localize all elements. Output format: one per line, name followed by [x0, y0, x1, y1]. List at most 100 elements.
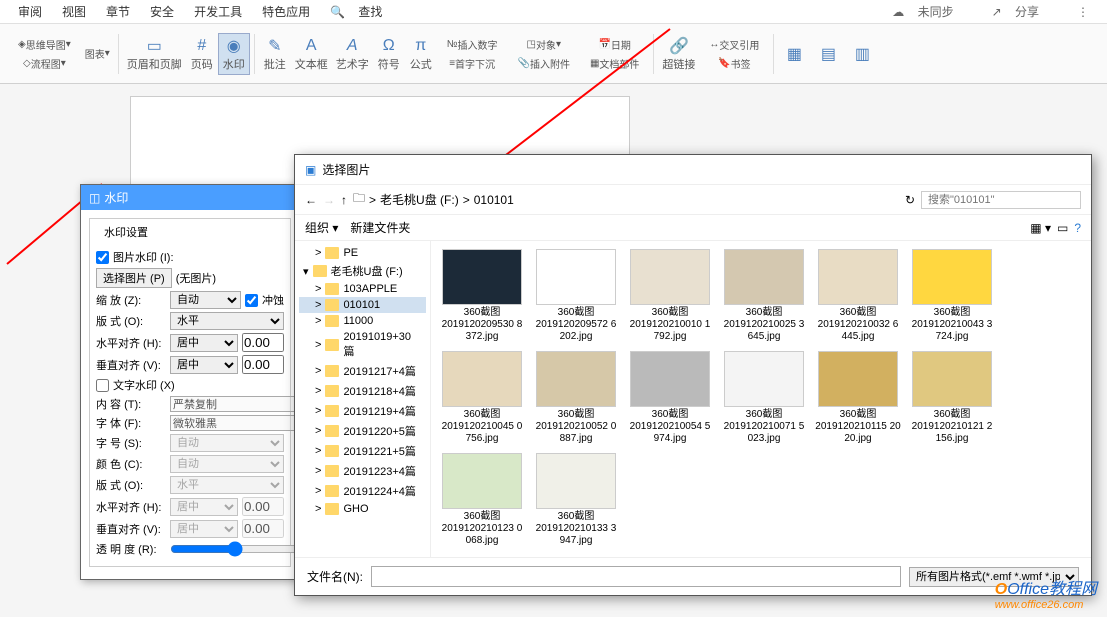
- charts-button[interactable]: 图表 ▾: [81, 44, 114, 63]
- text-watermark-checkbox[interactable]: [96, 379, 109, 392]
- valign2-select: 居中: [170, 520, 238, 538]
- filename-label: 文件名(N):: [307, 568, 363, 585]
- file-item[interactable]: 360截图2019120209530 8372.jpg: [439, 249, 525, 343]
- preview-pane-icon[interactable]: ▭: [1057, 221, 1068, 235]
- img-watermark-label: 图片水印 (I):: [113, 249, 183, 265]
- tree-item[interactable]: > 20191217+4篇: [299, 361, 426, 381]
- new-folder-button[interactable]: 新建文件夹: [350, 219, 410, 236]
- comment-button[interactable]: ✎批注: [259, 34, 291, 74]
- more-icon[interactable]: ⋮: [1077, 5, 1089, 19]
- grid-view-icon[interactable]: ▦: [778, 42, 810, 66]
- nav-fwd-icon[interactable]: →: [323, 193, 335, 207]
- file-item[interactable]: 360截图2019120210045 0756.jpg: [439, 351, 525, 445]
- select-image-button[interactable]: 选择图片 (P): [96, 268, 172, 288]
- tree-item[interactable]: > 20191224+4篇: [299, 481, 426, 501]
- menu-devtools[interactable]: 开发工具: [194, 3, 242, 20]
- tree-item[interactable]: > 20191223+4篇: [299, 461, 426, 481]
- menu-safety[interactable]: 安全: [150, 3, 174, 20]
- file-item[interactable]: 360截图2019120210133 3947.jpg: [533, 453, 619, 547]
- nav-back-icon[interactable]: ←: [305, 193, 317, 207]
- view2-icon[interactable]: ▤: [812, 42, 844, 66]
- view-mode-icon[interactable]: ▦ ▾: [1030, 221, 1051, 235]
- tree-item[interactable]: > 11000: [299, 313, 426, 329]
- tree-item[interactable]: > 20191221+5篇: [299, 441, 426, 461]
- equation-button[interactable]: π公式: [405, 34, 437, 74]
- file-item[interactable]: 360截图2019120210071 5023.jpg: [721, 351, 807, 445]
- folder-icon: 🗀: [353, 189, 365, 210]
- settings-label: 水印设置: [100, 224, 152, 240]
- tree-item[interactable]: > GHO: [299, 501, 426, 517]
- dropcap-button[interactable]: ≡ 首字下沉: [445, 54, 499, 73]
- file-dialog-title: 选择图片: [322, 161, 370, 178]
- docpart-button[interactable]: ▦ 文档部件: [586, 54, 643, 73]
- wash-checkbox[interactable]: [245, 294, 258, 307]
- file-item[interactable]: 360截图2019120210025 3645.jpg: [721, 249, 807, 343]
- watermark-logo: OOffice教程网 www.office26.com: [995, 575, 1097, 611]
- object-button[interactable]: ◳ 对象 ▾: [522, 35, 564, 54]
- layout2-select: 水平: [170, 476, 284, 494]
- date-button[interactable]: 📅 日期: [594, 35, 634, 54]
- v-offset-input[interactable]: [242, 355, 284, 374]
- attach-button[interactable]: 📎 插入附件: [514, 54, 574, 73]
- share-button[interactable]: ↗ 分享: [992, 3, 1049, 20]
- opacity-slider[interactable]: [170, 541, 299, 557]
- file-item[interactable]: 360截图2019120210010 1792.jpg: [627, 249, 713, 343]
- tree-item[interactable]: ▾ 老毛桃U盘 (F:): [299, 261, 426, 281]
- tree-item[interactable]: > 20191218+4篇: [299, 381, 426, 401]
- refresh-icon[interactable]: ↻: [905, 193, 915, 207]
- file-item[interactable]: 360截图2019120210121 2156.jpg: [909, 351, 995, 445]
- textbox-button[interactable]: A文本框: [291, 34, 332, 74]
- v-offset2-input: [242, 519, 284, 538]
- menu-special[interactable]: 特色应用: [262, 3, 310, 20]
- file-item[interactable]: 360截图2019120210052 0887.jpg: [533, 351, 619, 445]
- file-grid[interactable]: 360截图2019120209530 8372.jpg360截图20191202…: [431, 241, 1091, 557]
- menu-review[interactable]: 审阅: [18, 3, 42, 20]
- search-input[interactable]: [921, 191, 1081, 209]
- breadcrumb[interactable]: 🗀 > 老毛桃U盘 (F:) > 010101: [353, 189, 899, 210]
- nav-up-icon[interactable]: ↑: [341, 193, 347, 207]
- file-item[interactable]: 360截图2019120210032 6445.jpg: [815, 249, 901, 343]
- tree-item[interactable]: > PE: [299, 245, 426, 261]
- scale-select[interactable]: 自动: [170, 291, 241, 309]
- sync-status[interactable]: ☁ 未同步: [892, 3, 963, 20]
- file-chooser-dialog: ▣ 选择图片 ← → ↑ 🗀 > 老毛桃U盘 (F:) > 010101 ↻ 组织…: [294, 154, 1092, 596]
- page-number-button[interactable]: #页码: [186, 34, 218, 74]
- insert-number-button[interactable]: № 插入数字: [443, 35, 502, 54]
- h-offset-input[interactable]: [242, 333, 284, 352]
- search-icon[interactable]: 🔍 查找: [330, 3, 392, 20]
- menu-chapter[interactable]: 章节: [106, 3, 130, 20]
- symbol-button[interactable]: Ω符号: [373, 34, 405, 74]
- crossref-button[interactable]: ↔ 交叉引用: [705, 35, 763, 54]
- fontsize-select: 自动: [170, 434, 284, 452]
- wordart-button[interactable]: A艺术字: [332, 34, 373, 74]
- menu-view[interactable]: 视图: [62, 3, 86, 20]
- header-footer-button[interactable]: ▭页眉和页脚: [123, 34, 186, 74]
- mindmap-button[interactable]: ◈ 思维导图 ▾: [14, 35, 75, 54]
- file-item[interactable]: 360截图2019120210123 0068.jpg: [439, 453, 525, 547]
- tree-item[interactable]: > 103APPLE: [299, 281, 426, 297]
- halign2-select: 居中: [170, 498, 238, 516]
- valign-select[interactable]: 居中: [170, 356, 238, 374]
- halign-select[interactable]: 居中: [170, 334, 238, 352]
- folder-tree[interactable]: > PE▾ 老毛桃U盘 (F:)> 103APPLE> 010101> 1100…: [295, 241, 431, 557]
- tree-item[interactable]: > 20191220+5篇: [299, 421, 426, 441]
- file-item[interactable]: 360截图2019120210115 2020.jpg: [815, 351, 901, 445]
- img-watermark-checkbox[interactable]: [96, 251, 109, 264]
- flowchart-button[interactable]: ◇ 流程图 ▾: [19, 54, 70, 73]
- file-item[interactable]: 360截图2019120210054 5974.jpg: [627, 351, 713, 445]
- help-icon[interactable]: ?: [1074, 221, 1081, 235]
- layout-select[interactable]: 水平: [170, 312, 284, 330]
- menubar: 审阅 视图 章节 安全 开发工具 特色应用 🔍 查找 ☁ 未同步 ↗ 分享 ⋮: [0, 0, 1107, 24]
- hyperlink-button[interactable]: 🔗超链接: [658, 34, 699, 74]
- file-item[interactable]: 360截图2019120209572 6202.jpg: [533, 249, 619, 343]
- file-item[interactable]: 360截图2019120210043 3724.jpg: [909, 249, 995, 343]
- watermark-button[interactable]: ◉水印: [218, 33, 250, 75]
- tree-item[interactable]: > 20191019+30篇: [299, 329, 426, 361]
- view3-icon[interactable]: ▥: [846, 42, 878, 66]
- filename-input[interactable]: [371, 566, 901, 587]
- tree-item[interactable]: > 20191219+4篇: [299, 401, 426, 421]
- tree-item[interactable]: > 010101: [299, 297, 426, 313]
- bookmark-button[interactable]: 🔖 书签: [714, 54, 754, 73]
- file-dialog-icon: ▣: [305, 163, 316, 177]
- organize-button[interactable]: 组织 ▾: [305, 219, 338, 236]
